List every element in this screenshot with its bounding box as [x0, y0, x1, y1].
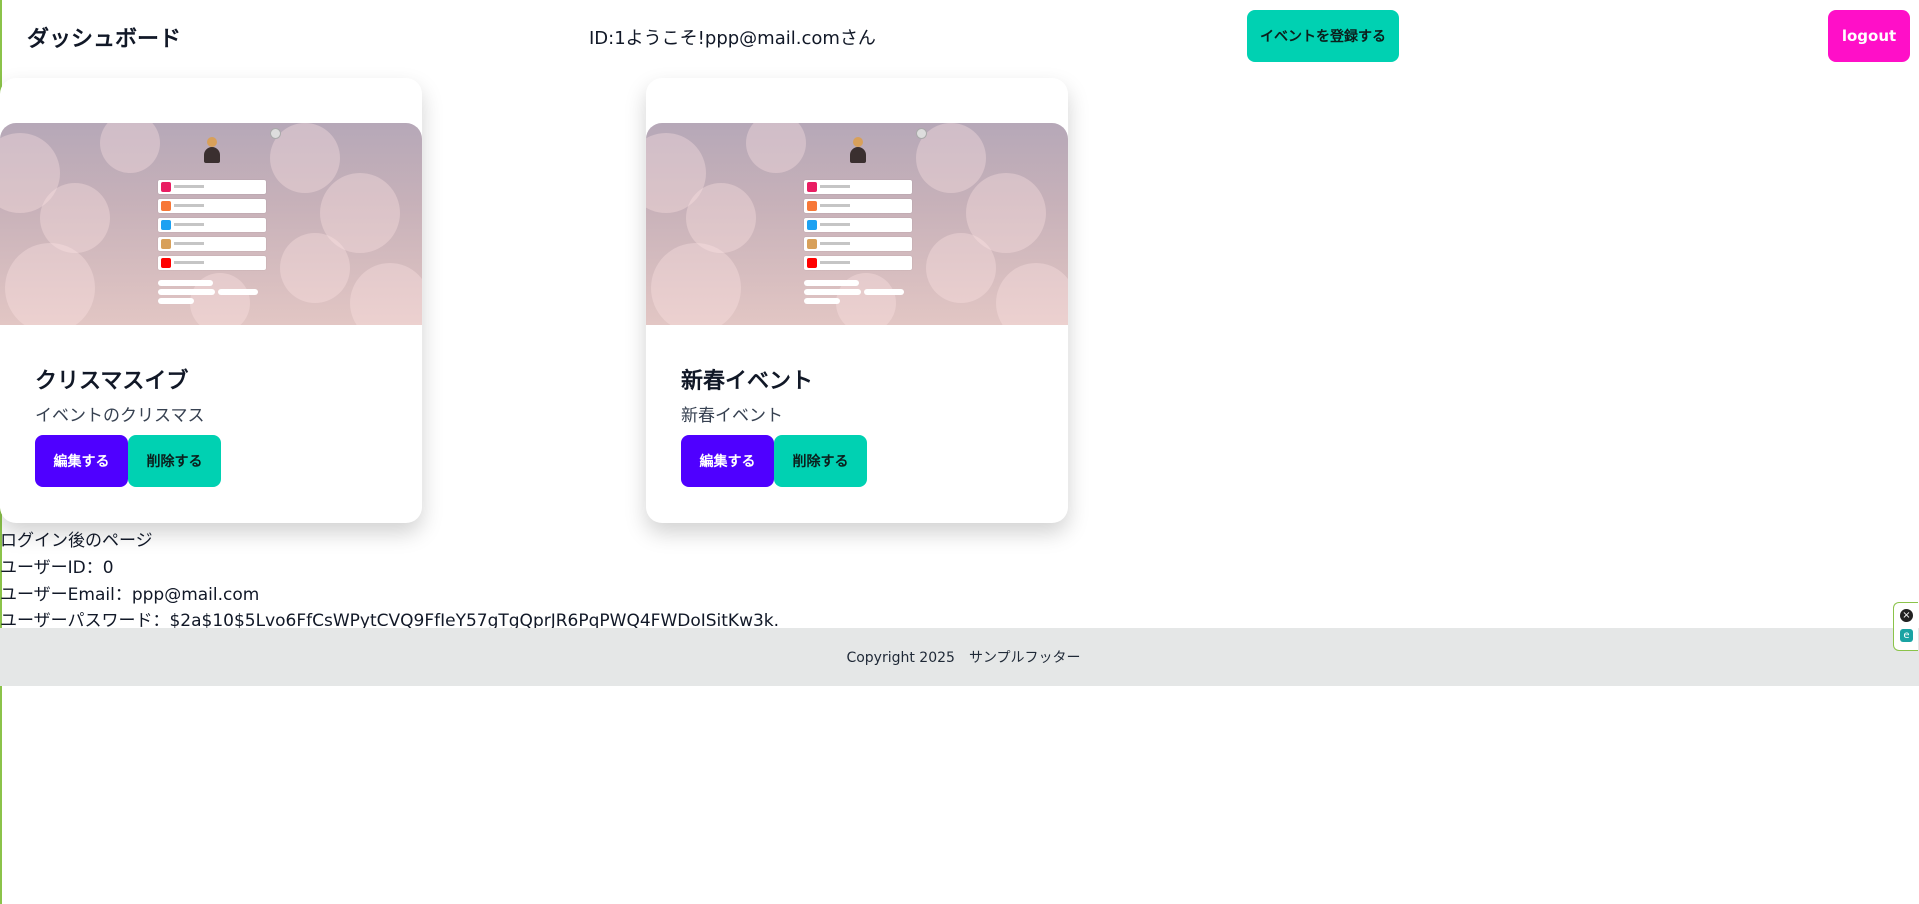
extension-icon[interactable]: e	[1900, 629, 1913, 642]
footer: Copyright 2025 サンプルフッター	[0, 628, 1919, 686]
event-title: クリスマスイブ	[35, 369, 189, 394]
event-description: 新春イベント	[681, 406, 783, 426]
user-email-text: ユーザーEmail：ppp@mail.com	[0, 585, 260, 605]
header: ダッシュボード ID:1ようこそ!ppp@mail.comさん イベントを登録す…	[0, 0, 1919, 72]
side-toolbar: × e	[1893, 602, 1918, 651]
delete-event-button[interactable]: 削除する	[774, 435, 867, 487]
event-card: 新春イベント 新春イベント 編集する 削除する	[646, 78, 1068, 523]
logout-button[interactable]: logout	[1828, 10, 1910, 62]
event-description: イベントのクリスマス	[35, 406, 205, 426]
event-title: 新春イベント	[681, 369, 814, 394]
event-card: クリスマスイブ イベントのクリスマス 編集する 削除する	[0, 78, 422, 523]
user-id-text: ユーザーID：0	[0, 558, 114, 578]
page-label: ログイン後のページ	[0, 531, 153, 551]
brand-title: ダッシュボード	[27, 27, 182, 52]
close-icon[interactable]: ×	[1900, 609, 1913, 622]
event-thumbnail	[0, 123, 422, 325]
edit-event-button[interactable]: 編集する	[35, 435, 128, 487]
edit-event-button[interactable]: 編集する	[681, 435, 774, 487]
welcome-message: ID:1ようこそ!ppp@mail.comさん	[589, 28, 876, 49]
event-thumbnail	[646, 123, 1068, 325]
footer-copyright: Copyright 2025 サンプルフッター	[846, 650, 1081, 666]
delete-event-button[interactable]: 削除する	[128, 435, 221, 487]
register-event-button[interactable]: イベントを登録する	[1247, 10, 1399, 62]
